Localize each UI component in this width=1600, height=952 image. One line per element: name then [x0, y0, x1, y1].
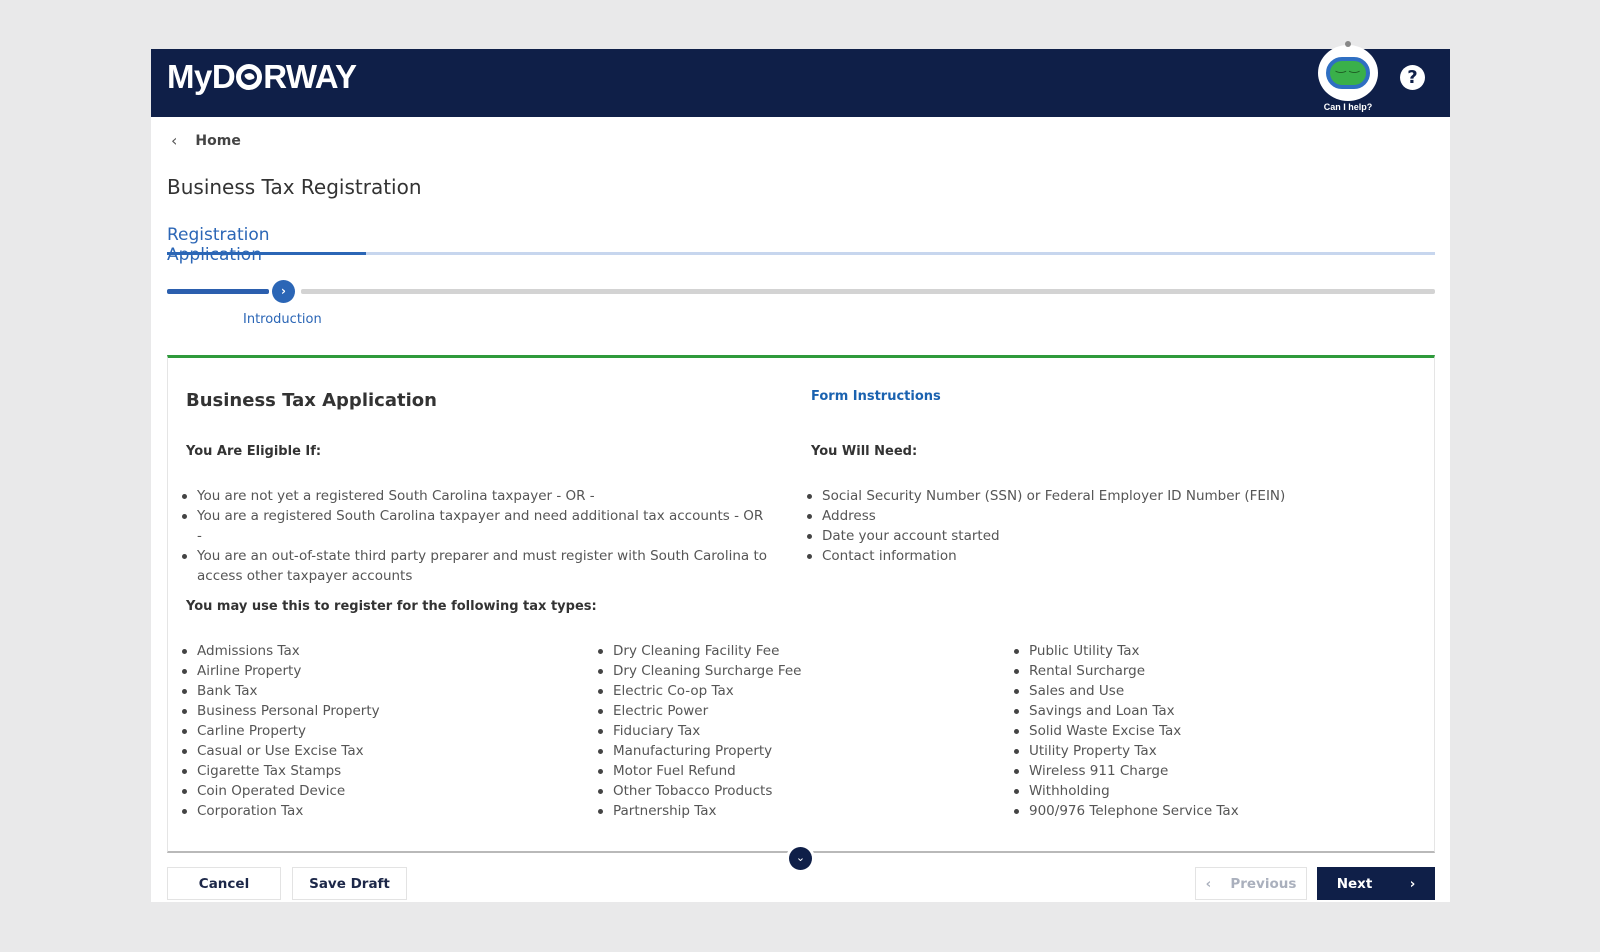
list-item: Corporation Tax	[168, 801, 568, 821]
list-item: Dry Cleaning Facility Fee	[584, 641, 984, 661]
tab-bar: Registration Application	[167, 225, 1435, 265]
list-item: Solid Waste Excise Tax	[1000, 721, 1420, 741]
scroll-down-chevron-icon[interactable]: ⌄	[789, 847, 812, 870]
need-list: Social Security Number (SSN) or Federal …	[793, 486, 1393, 566]
list-item: Wireless 911 Charge	[1000, 761, 1420, 781]
logo-text-rway: RWAY	[263, 58, 357, 95]
tax-types-column-2: Dry Cleaning Facility Fee Dry Cleaning S…	[584, 641, 984, 821]
eligible-list: You are not yet a registered South Carol…	[168, 486, 768, 586]
list-item: Other Tobacco Products	[584, 781, 984, 801]
list-item: Admissions Tax	[168, 641, 568, 661]
list-item: Sales and Use	[1000, 681, 1420, 701]
list-item: Savings and Loan Tax	[1000, 701, 1420, 721]
list-item: Business Personal Property	[168, 701, 568, 721]
list-item: You are an out-of-state third party prep…	[168, 546, 768, 586]
tax-types-column-1: Admissions Tax Airline Property Bank Tax…	[168, 641, 568, 821]
form-instructions-link[interactable]: Form Instructions	[811, 389, 941, 404]
helper-label: Can I help?	[1323, 102, 1373, 112]
save-draft-button[interactable]: Save Draft	[292, 867, 407, 900]
next-button[interactable]: Next ›	[1317, 867, 1435, 900]
previous-button[interactable]: ‹ Previous	[1195, 867, 1307, 900]
chevron-left-icon: ‹	[1205, 875, 1212, 892]
list-item: Contact information	[793, 546, 1393, 566]
stepper-track-remaining	[301, 289, 1435, 294]
step-label-introduction[interactable]: Introduction	[243, 312, 322, 327]
need-heading: You Will Need:	[811, 444, 918, 459]
list-item: Carline Property	[168, 721, 568, 741]
breadcrumb-home[interactable]: ‹ Home	[171, 131, 241, 150]
list-item: Dry Cleaning Surcharge Fee	[584, 661, 984, 681]
list-item: Partnership Tax	[584, 801, 984, 821]
step-current-chevron-right-icon[interactable]: ›	[272, 280, 295, 303]
mydorway-logo[interactable]: MyD RWAY	[167, 58, 357, 96]
list-item: Electric Co-op Tax	[584, 681, 984, 701]
list-item: Cigarette Tax Stamps	[168, 761, 568, 781]
chatbot-face	[1326, 57, 1370, 89]
stepper-track-completed	[167, 289, 269, 294]
list-item: Bank Tax	[168, 681, 568, 701]
list-item: Public Utility Tax	[1000, 641, 1420, 661]
list-item: Social Security Number (SSN) or Federal …	[793, 486, 1393, 506]
cancel-button[interactable]: Cancel	[167, 867, 281, 900]
list-item: Fiduciary Tax	[584, 721, 984, 741]
list-item: Airline Property	[168, 661, 568, 681]
list-item: Motor Fuel Refund	[584, 761, 984, 781]
chevron-right-icon: ›	[1409, 875, 1416, 892]
list-item: Coin Operated Device	[168, 781, 568, 801]
top-header: MyD RWAY Can I help? ?	[151, 41, 1450, 117]
progress-stepper: › Introduction	[167, 280, 1435, 342]
chat-helper-button[interactable]: Can I help?	[1313, 41, 1383, 117]
app-window: MyD RWAY Can I help? ? ‹ Home Business Ta…	[151, 41, 1450, 902]
card-title: Business Tax Application	[186, 390, 437, 411]
list-item: Date your account started	[793, 526, 1393, 546]
tax-types-column-3: Public Utility Tax Rental Surcharge Sale…	[1000, 641, 1420, 821]
list-item: Address	[793, 506, 1393, 526]
tab-registration-application[interactable]: Registration Application	[167, 225, 366, 265]
help-question-icon[interactable]: ?	[1400, 65, 1425, 90]
list-item: Rental Surcharge	[1000, 661, 1420, 681]
previous-label: Previous	[1230, 875, 1297, 892]
list-item: Withholding	[1000, 781, 1420, 801]
sc-state-logo-icon	[236, 64, 263, 90]
chevron-left-icon: ‹	[171, 131, 178, 150]
page-title: Business Tax Registration	[167, 175, 422, 199]
list-item: You are not yet a registered South Carol…	[168, 486, 768, 506]
list-item: Electric Power	[584, 701, 984, 721]
list-item: You are a registered South Carolina taxp…	[168, 506, 768, 546]
tax-types-heading: You may use this to register for the fol…	[186, 599, 597, 614]
list-item: Utility Property Tax	[1000, 741, 1420, 761]
breadcrumb-label: Home	[195, 132, 241, 149]
logo-text-my: MyD	[167, 58, 236, 95]
chatbot-icon	[1318, 41, 1378, 101]
eligible-heading: You Are Eligible If:	[186, 444, 322, 459]
next-label: Next	[1336, 875, 1373, 892]
list-item: Casual or Use Excise Tax	[168, 741, 568, 761]
list-item: 900/976 Telephone Service Tax	[1000, 801, 1420, 821]
chatbot-antenna	[1345, 41, 1351, 47]
list-item: Manufacturing Property	[584, 741, 984, 761]
content-card: Business Tax Application Form Instructio…	[167, 355, 1435, 853]
